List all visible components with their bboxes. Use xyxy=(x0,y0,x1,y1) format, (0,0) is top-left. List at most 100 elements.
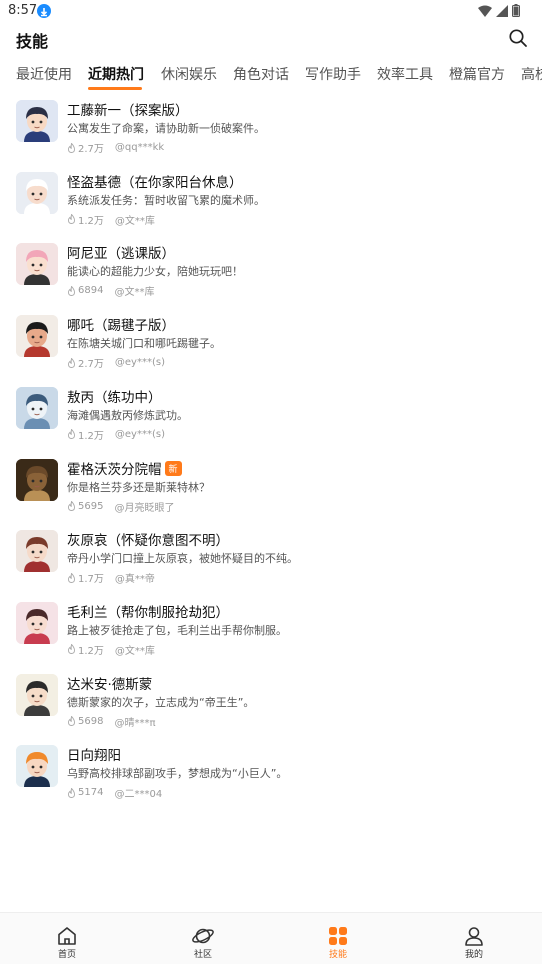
skill-name: 敖丙（练功中） xyxy=(67,389,162,406)
character-avatar-image xyxy=(16,673,58,716)
skill-item[interactable]: 阿尼亚（逃课版） 能读心的超能力少女，陪她玩玩吧！ 6894 @文**库 xyxy=(0,237,542,309)
tab-writing[interactable]: 写作助手 xyxy=(305,64,361,84)
author-name: @ey***(s) xyxy=(114,428,165,440)
flame-icon xyxy=(68,501,75,511)
nav-skills[interactable]: 技能 xyxy=(298,913,378,964)
skill-item[interactable]: 霍格沃茨分院帽新 你是格兰芬多还是斯莱特林？ 5695 @月亮眨眼了 xyxy=(0,453,542,525)
skill-avatar xyxy=(16,745,58,788)
author-name: @月亮眨眼了 xyxy=(114,502,175,514)
character-avatar-image xyxy=(16,171,58,214)
usage-count: 2.7万 xyxy=(78,144,104,155)
nav-profile[interactable]: 我的 xyxy=(434,913,514,964)
usage-count: 2.7万 xyxy=(78,359,104,371)
grid-icon xyxy=(329,927,347,945)
nav-community[interactable]: 社区 xyxy=(163,913,243,964)
download-icon xyxy=(37,4,51,18)
home-icon xyxy=(58,927,76,945)
flame-icon xyxy=(68,429,75,440)
battery-icon xyxy=(512,4,520,17)
page-title: 技能 xyxy=(16,32,49,51)
author-name: @ey***(s) xyxy=(114,357,165,369)
author-name: @晴***π xyxy=(114,717,156,729)
skill-meta: 5695 @月亮眨眼了 xyxy=(67,499,174,514)
tab-official[interactable]: 橙篇官方 xyxy=(449,64,505,84)
usage-count: 1.2万 xyxy=(78,215,104,227)
usage-count: 1.7万 xyxy=(78,574,104,586)
flame-icon xyxy=(68,214,75,225)
skill-description: 海滩偶遇敖丙修炼武功。 xyxy=(67,408,188,422)
skill-item[interactable]: 毛利兰（帮你制服抢劫犯） 路上被歹徒抢走了包，毛利兰出手帮你制服。 1.2万 @… xyxy=(0,596,542,668)
character-avatar-image xyxy=(16,100,58,142)
skill-meta: 6894 @文**库 xyxy=(67,283,154,298)
author-name: @qq***kk xyxy=(114,142,165,153)
skill-avatar xyxy=(16,100,58,142)
usage-count: 5695 xyxy=(78,500,104,512)
planet-icon xyxy=(192,928,214,944)
skill-name: 毛利兰（帮你制服抢劫犯） xyxy=(67,604,229,621)
skill-name: 工藤新一（探案版） xyxy=(67,103,189,119)
character-avatar-image xyxy=(16,530,58,573)
skill-item[interactable]: 怪盗基德（在你家阳台休息） 系统派发任务：暂时收留飞累的魔术师。 1.2万 @文… xyxy=(0,166,542,238)
status-time: 8:57 xyxy=(8,3,38,18)
tab-leisure[interactable]: 休闲娱乐 xyxy=(161,64,217,84)
tab-roleplay[interactable]: 角色对话 xyxy=(233,64,289,84)
character-avatar-image xyxy=(16,315,58,358)
skill-description: 在陈塘关城门口和哪吒踢毽子。 xyxy=(67,337,221,351)
character-avatar-image xyxy=(16,386,58,429)
skill-name: 阿尼亚（逃课版） xyxy=(67,246,175,263)
skill-description: 德斯蒙家的次子，立志成为“帝王生”。 xyxy=(67,695,255,709)
skill-description: 能读心的超能力少女，陪她玩玩吧！ xyxy=(67,265,243,279)
skill-avatar xyxy=(16,243,58,286)
flame-icon xyxy=(68,716,75,727)
skill-item[interactable]: 灰原哀（怀疑你意图不明） 帝丹小学门口撞上灰原哀，被她怀疑目的不纯。 1.7万 … xyxy=(0,524,542,596)
category-tabs: 最近使用 近期热门 休闲娱乐 角色对话 写作助手 效率工具 橙篇官方 高校 xyxy=(0,58,542,90)
skill-meta: 2.7万 @qq***kk xyxy=(67,140,164,155)
skill-meta: 1.2万 @文**库 xyxy=(67,212,155,227)
skill-name: 灰原哀（怀疑你意图不明） xyxy=(67,533,229,550)
author-name: @文**库 xyxy=(114,215,155,227)
skill-description: 系统派发任务：暂时收留飞累的魔术师。 xyxy=(67,193,265,207)
skill-avatar xyxy=(16,315,58,358)
skill-meta: 5698 @晴***π xyxy=(67,714,155,729)
search-button[interactable] xyxy=(508,28,530,50)
skill-item[interactable]: 达米安·德斯蒙 德斯蒙家的次子，立志成为“帝王生”。 5698 @晴***π xyxy=(0,668,542,740)
author-name: @真**帝 xyxy=(114,574,155,586)
skill-name: 日向翔阳 xyxy=(67,748,121,765)
flame-icon xyxy=(68,644,75,655)
skill-item[interactable]: 工藤新一（探案版） 公寓发生了命案，请协助新一侦破案件。 2.7万 @qq***… xyxy=(0,94,542,166)
skill-meta: 1.7万 @真**帝 xyxy=(67,570,155,585)
status-bar: 8:57 xyxy=(0,0,542,22)
skill-meta: 2.7万 @ey***(s) xyxy=(67,355,165,370)
flame-icon xyxy=(68,572,75,583)
nav-home[interactable]: 首页 xyxy=(27,913,107,964)
usage-count: 1.2万 xyxy=(78,430,104,442)
skill-description: 帝丹小学门口撞上灰原哀，被她怀疑目的不纯。 xyxy=(67,552,298,566)
character-avatar-image xyxy=(16,243,58,286)
skill-item[interactable]: 哪吒（踢毽子版） 在陈塘关城门口和哪吒踢毽子。 2.7万 @ey***(s) xyxy=(0,309,542,381)
skill-name: 霍格沃茨分院帽新 xyxy=(67,458,182,478)
character-avatar-image xyxy=(16,601,58,644)
skill-item[interactable]: 日向翔阳 乌野高校排球部副攻手，梦想成为“小巨人”。 5174 @二***04 xyxy=(0,739,542,811)
skill-meta: 1.2万 @ey***(s) xyxy=(67,427,165,442)
skill-name: 怪盗基德（在你家阳台休息） xyxy=(67,174,243,191)
person-icon xyxy=(465,927,483,946)
tab-efficiency[interactable]: 效率工具 xyxy=(377,64,433,84)
usage-count: 6894 xyxy=(78,285,104,297)
skill-description: 公寓发生了命案，请协助新一侦破案件。 xyxy=(67,122,265,135)
skill-description: 乌野高校排球部副攻手，梦想成为“小巨人”。 xyxy=(67,767,288,781)
skill-avatar xyxy=(16,171,58,214)
character-avatar-image xyxy=(16,458,58,501)
tab-recent[interactable]: 最近使用 xyxy=(16,64,72,84)
usage-count: 1.2万 xyxy=(78,645,104,657)
tab-trending[interactable]: 近期热门 xyxy=(88,64,144,84)
skill-item[interactable]: 敖丙（练功中） 海滩偶遇敖丙修炼武功。 1.2万 @ey***(s) xyxy=(0,381,542,453)
skill-meta: 1.2万 @文**库 xyxy=(67,642,155,657)
new-badge: 新 xyxy=(164,460,182,476)
tab-college[interactable]: 高校 xyxy=(521,64,542,84)
skill-name: 达米安·德斯蒙 xyxy=(67,676,153,693)
skill-avatar xyxy=(16,673,58,716)
nav-profile-label: 我的 xyxy=(464,950,483,960)
skill-avatar xyxy=(16,530,58,573)
skill-avatar xyxy=(16,386,58,429)
bottom-nav: 首页 社区 技能 我的 xyxy=(0,912,542,964)
